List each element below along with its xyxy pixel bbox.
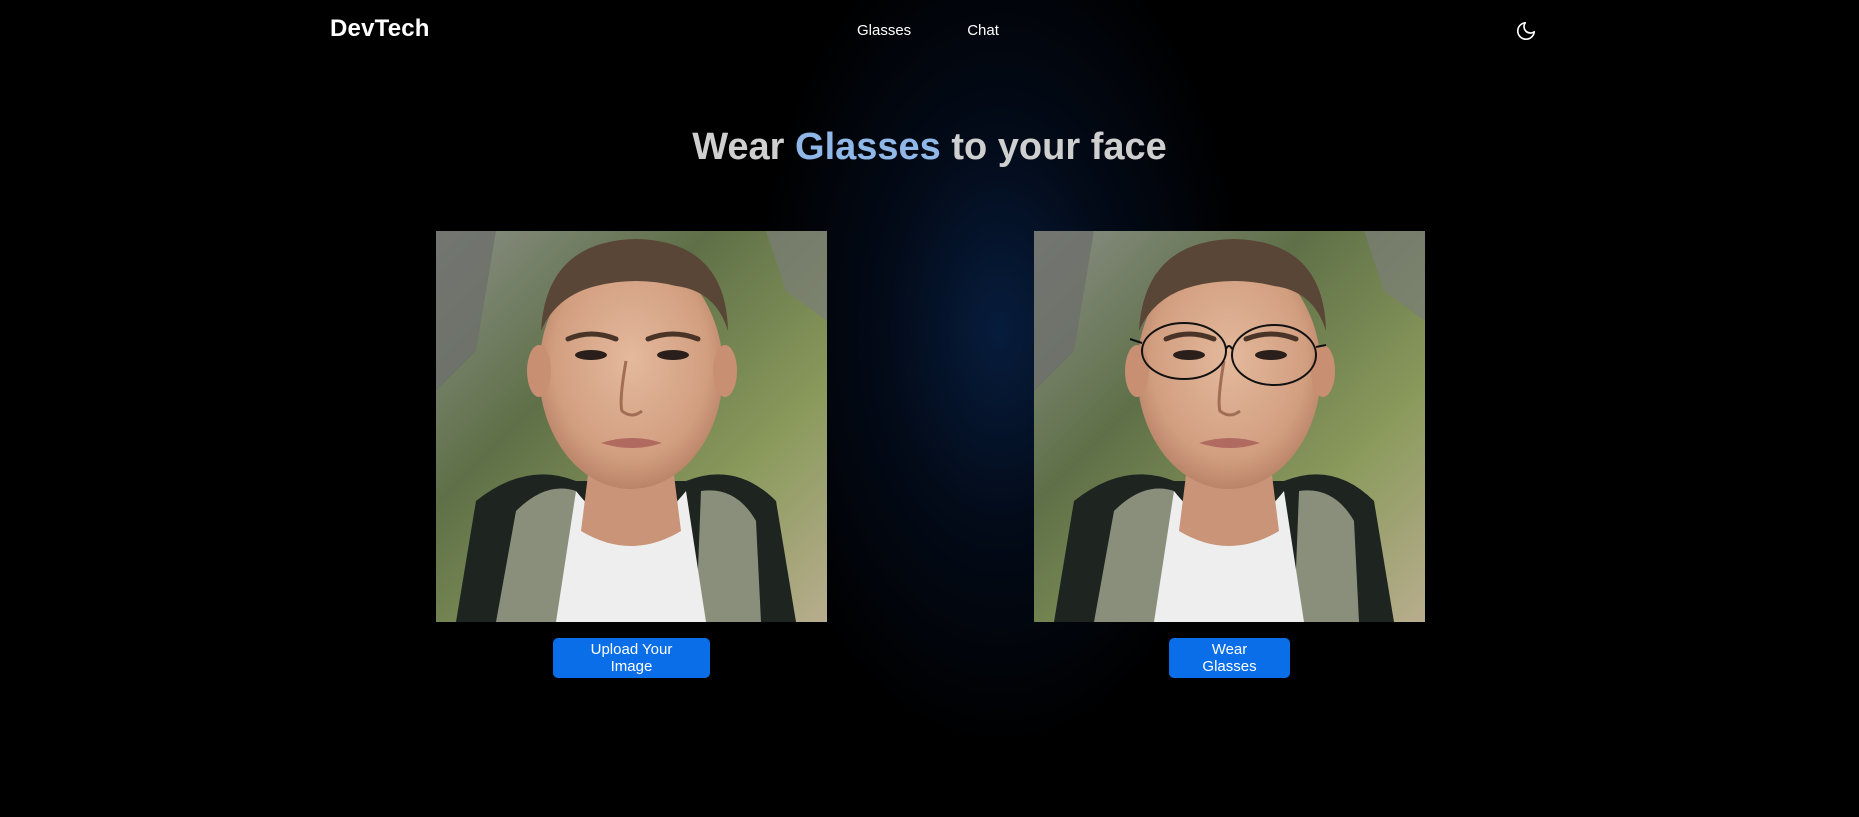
- upload-image-button[interactable]: Upload Your Image: [553, 638, 710, 678]
- title-suffix: to your face: [940, 126, 1167, 168]
- top-nav: DevTech Glasses Chat: [0, 0, 1859, 62]
- moon-icon: [1516, 21, 1536, 41]
- original-image-panel: Upload Your Image: [436, 231, 827, 678]
- brand-logo[interactable]: DevTech: [330, 15, 430, 43]
- nav-link-chat[interactable]: Chat: [967, 22, 999, 39]
- result-photo: [1034, 231, 1425, 622]
- original-photo: [436, 231, 827, 622]
- main-nav: Glasses Chat: [857, 22, 999, 39]
- page: DevTech Glasses Chat Wear Glasses to you…: [0, 0, 1859, 817]
- title-prefix: Wear: [692, 126, 796, 168]
- title-accent: Glasses: [795, 126, 941, 168]
- wear-glasses-button[interactable]: Wear Glasses: [1169, 638, 1290, 678]
- theme-toggle-button[interactable]: [1513, 18, 1539, 44]
- nav-link-glasses[interactable]: Glasses: [857, 22, 911, 39]
- page-title: Wear Glasses to your face: [0, 122, 1859, 172]
- result-image-panel: Wear Glasses: [1034, 231, 1425, 678]
